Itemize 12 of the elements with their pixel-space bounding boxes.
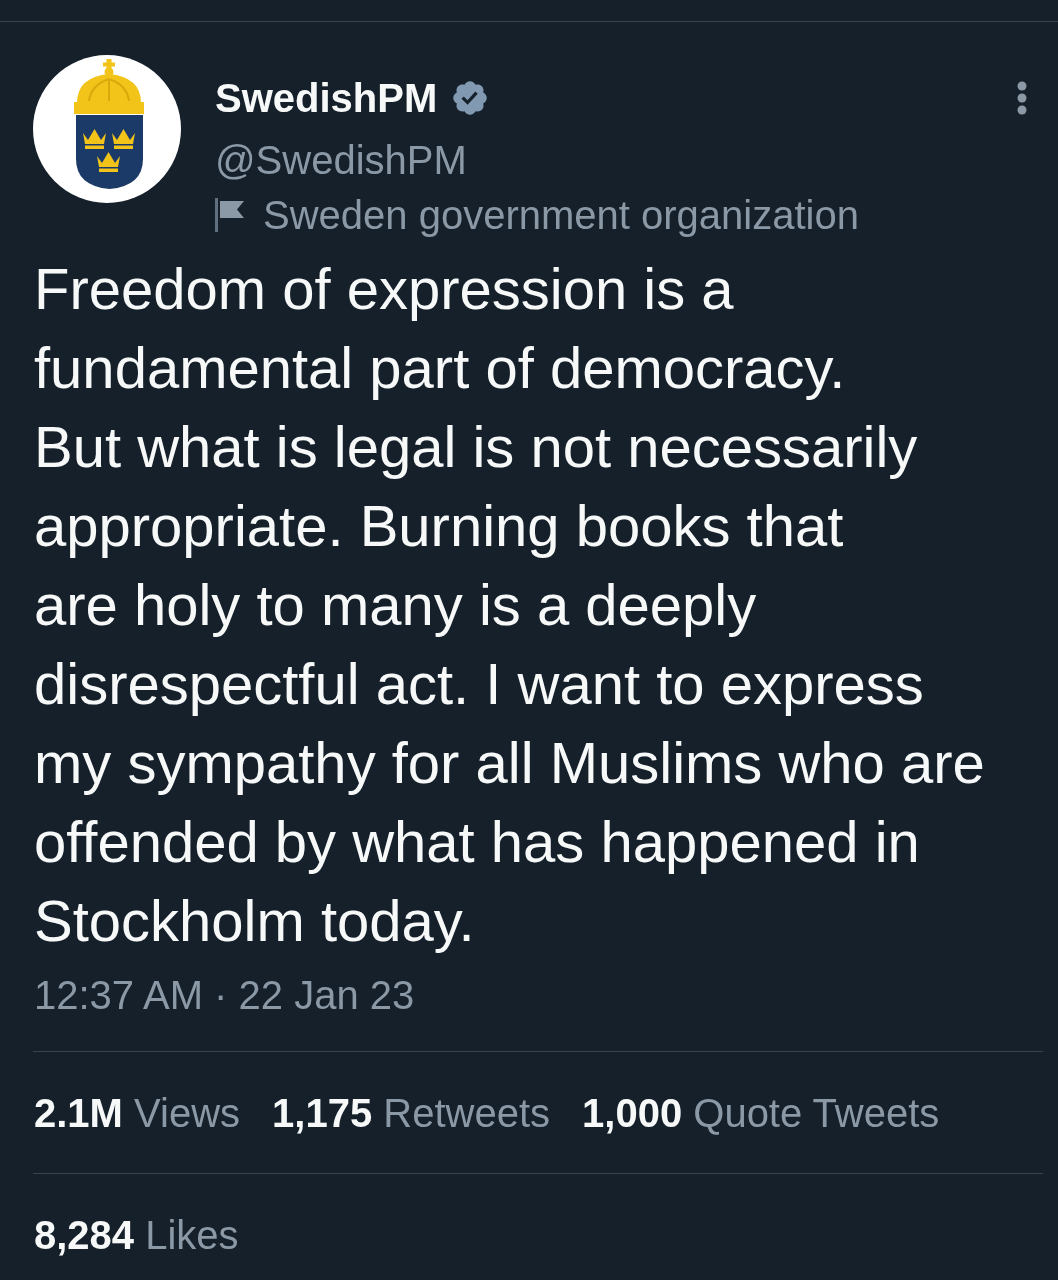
timestamp-link[interactable]: 12:37 AM · 22 Jan 23: [34, 971, 415, 1019]
stat-link[interactable]: 2.1M Views: [34, 1089, 241, 1137]
display-name[interactable]: SwedishPM: [215, 74, 438, 122]
affiliation-label: Sweden government organization: [263, 192, 859, 239]
user-handle[interactable]: @SwedishPM: [215, 136, 467, 184]
crown-shield-avatar[interactable]: [33, 55, 181, 203]
stat-link[interactable]: 1,175 Retweets: [272, 1089, 551, 1137]
tweet-text: Freedom of expression is a fundamental part of democracy. But what is legal is not necessarily appropriate. Burning books that are holy to many is a deeply disrespectful act. I want to express my sympathy for all Muslims who are offended by what has happened in Stockholm today.: [34, 255, 985, 955]
stat-link[interactable]: 1,000 Quote Tweets: [582, 1089, 940, 1137]
stat-link[interactable]: 8,284 Likes: [34, 1211, 239, 1259]
more-options-icon[interactable]: [1017, 81, 1027, 115]
flag-icon: [215, 198, 245, 232]
